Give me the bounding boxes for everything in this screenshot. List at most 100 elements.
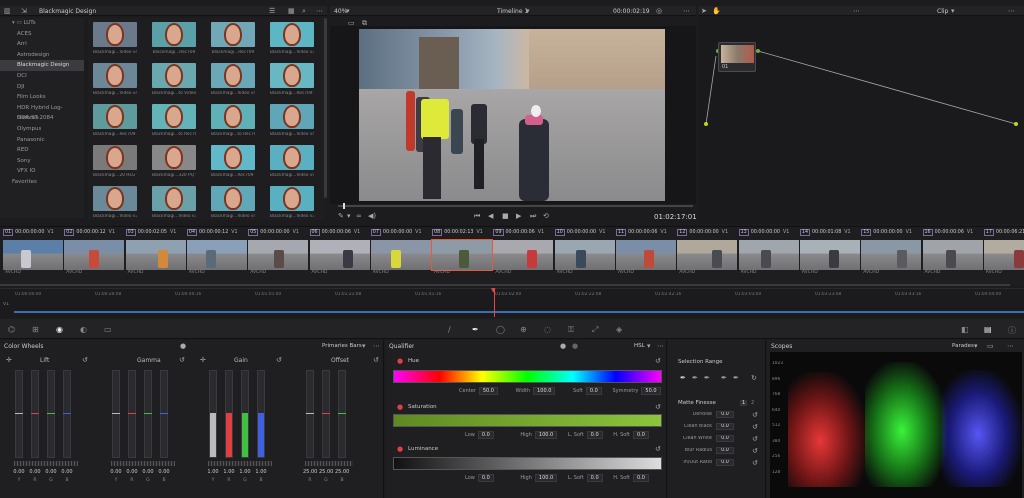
viewer-options-icon[interactable]: ◎ <box>656 7 662 15</box>
loop-icon[interactable]: ⟲ <box>543 212 549 220</box>
lut-folder-item[interactable]: Astrodesign <box>0 50 84 61</box>
clip-thumbnail[interactable]: AVCHD <box>493 238 554 275</box>
lut-thumbnail[interactable]: Blackmagi...Video v3 <box>270 22 314 65</box>
node-mode[interactable]: Clip <box>937 8 948 15</box>
fullscreen-icon[interactable]: ▭ <box>987 342 994 350</box>
hue-symmetry-field[interactable]: 50.0 <box>641 387 661 395</box>
reset-icon[interactable]: ↺ <box>655 357 661 365</box>
lum-hsoft-field[interactable]: 0.0 <box>632 474 649 482</box>
lut-thumbnail[interactable]: Blackmagi...Video v3 <box>93 186 137 229</box>
expand-icon[interactable]: ⇲ <box>21 7 27 15</box>
camera-raw-icon[interactable]: ⌬ <box>8 325 15 334</box>
key-icon[interactable]: ⚿ <box>568 325 574 335</box>
master-wheel[interactable] <box>14 461 78 466</box>
finesse-page-2[interactable]: 2 <box>751 400 754 406</box>
lut-thumbnail[interactable]: Blackmagi...Video v3 <box>152 186 196 229</box>
lut-thumbnail[interactable]: Blackmagi...Rec709 <box>211 22 255 65</box>
clip-thumbnail[interactable]: AVCHD <box>3 238 63 275</box>
page-dot-icon[interactable]: ● <box>180 342 186 350</box>
picker-icon[interactable]: ✒ <box>680 374 686 382</box>
reset-icon[interactable]: ↺ <box>752 435 758 443</box>
wheel-slider[interactable] <box>257 370 265 458</box>
wheel-slider[interactable] <box>225 370 233 458</box>
chevron-down-icon[interactable]: ▾ <box>951 7 955 15</box>
clip-thumbnail[interactable]: AVCHD <box>861 238 922 275</box>
clip-thumbnail[interactable]: AVCHD <box>554 238 615 275</box>
reset-icon[interactable]: ↺ <box>752 447 758 455</box>
color-match-icon[interactable]: ⊞ <box>32 325 39 334</box>
clip-thumbnail[interactable]: AVCHD <box>64 238 125 275</box>
list-view-icon[interactable]: ☰ <box>269 7 275 15</box>
sat-lsoft-field[interactable]: 0.0 <box>586 431 603 439</box>
lut-thumbnail[interactable]: Blackmagi...Rec709 <box>152 22 196 65</box>
finesse-value[interactable]: 0.0 <box>716 447 734 454</box>
lum-lsoft-field[interactable]: 0.0 <box>586 474 603 482</box>
picker-plus-icon[interactable]: ✒ <box>704 374 710 382</box>
reset-icon[interactable]: ↺ <box>179 356 185 364</box>
stills-icon[interactable]: ◧ <box>961 325 969 334</box>
hue-soft-field[interactable]: 0.0 <box>585 387 602 395</box>
clip-thumbnail[interactable]: AVCHD <box>738 238 799 275</box>
master-wheel[interactable] <box>305 461 353 466</box>
skip-back-icon[interactable]: ⏮ <box>474 212 480 221</box>
color-node[interactable]: 01 <box>718 42 756 72</box>
window-icon[interactable]: ◯ <box>496 325 505 334</box>
crosshair-icon[interactable]: ✛ <box>200 356 206 364</box>
pointer-icon[interactable]: ➤ <box>701 7 707 15</box>
wheel-slider[interactable] <box>322 370 330 458</box>
stop-icon[interactable]: ■ <box>502 212 509 220</box>
clip-thumbnail[interactable]: AVCHD <box>983 238 1024 275</box>
lut-grid-scrollbar[interactable] <box>324 18 327 198</box>
feather-minus-icon[interactable]: ✒ <box>721 374 727 382</box>
lut-thumbnail[interactable]: Blackmagi...to Rec709 <box>211 104 255 147</box>
finesse-value[interactable]: 0.0 <box>716 423 734 430</box>
wheel-value[interactable]: 0.00 <box>109 469 123 475</box>
lut-folder-item[interactable]: ACES <box>0 29 84 40</box>
lut-thumbnail[interactable]: Blackmagi...320 PQ v4 <box>152 145 196 188</box>
more-options-icon[interactable]: ⋯ <box>373 342 380 350</box>
lut-folder-item[interactable]: Olympus <box>0 124 84 135</box>
more-options-icon[interactable]: ⋯ <box>316 7 323 15</box>
lut-folder-item[interactable]: RED <box>0 145 84 156</box>
lut-folder-item[interactable]: HDR Hybrid Log-Gamma <box>0 103 84 122</box>
wheel-slider[interactable] <box>306 370 314 458</box>
wheel-value[interactable]: 0.00 <box>125 469 139 475</box>
wheel-value[interactable]: 0.00 <box>28 469 42 475</box>
wheel-slider[interactable] <box>47 370 55 458</box>
viewer-scrubber[interactable] <box>338 205 693 207</box>
luminance-enable-icon[interactable]: ● <box>397 445 403 453</box>
wheel-slider[interactable] <box>31 370 39 458</box>
hue-center-field[interactable]: 50.0 <box>478 387 498 395</box>
reset-icon[interactable]: ↺ <box>752 411 758 419</box>
hue-range-bar[interactable] <box>393 370 662 383</box>
reset-icon[interactable]: ↺ <box>373 356 379 364</box>
3d-icon[interactable]: ◈ <box>616 325 622 334</box>
timeline-name[interactable]: Timeline 1 <box>497 8 528 15</box>
wheel-value[interactable]: 1.00 <box>238 469 252 475</box>
lut-thumbnail[interactable]: Blackmagi...Video v4 <box>211 63 255 106</box>
lut-thumbnail[interactable]: Blackmagi...Rec709 v2 <box>211 145 255 188</box>
reset-icon[interactable]: ↺ <box>276 356 282 364</box>
wheel-value[interactable]: 1.00 <box>206 469 220 475</box>
lut-folder-item[interactable]: Favorites <box>0 177 84 188</box>
wheel-value[interactable]: 0.00 <box>60 469 74 475</box>
lut-thumbnail[interactable]: Blackmagi...20 HLG v4 <box>93 145 137 188</box>
rgb-mixer-icon[interactable]: ◐ <box>80 325 87 334</box>
luminance-range-bar[interactable] <box>393 457 662 470</box>
clip-thumbnail[interactable]: AVCHD <box>616 238 676 275</box>
chevron-down-icon[interactable]: ▾ <box>346 7 350 15</box>
lum-low-field[interactable]: 0.0 <box>477 474 494 482</box>
chevron-down-icon[interactable]: ▾ <box>347 212 351 220</box>
play-reverse-icon[interactable]: ◀ <box>488 212 493 220</box>
saturation-enable-icon[interactable]: ● <box>397 403 403 411</box>
wheel-slider[interactable] <box>144 370 152 458</box>
saturation-range-bar[interactable] <box>393 414 662 427</box>
page-dot-icon[interactable]: ● <box>572 342 578 350</box>
clip-thumbnail[interactable]: AVCHD <box>922 238 983 275</box>
more-options-icon[interactable]: ⋯ <box>683 7 690 15</box>
wheel-value[interactable]: 1.00 <box>254 469 268 475</box>
lut-folder-item[interactable]: Arri <box>0 39 84 50</box>
reset-icon[interactable]: ↺ <box>82 356 88 364</box>
info-icon[interactable]: ⓘ <box>1008 325 1016 336</box>
clip-thumbnail[interactable]: AVCHD <box>431 238 494 275</box>
